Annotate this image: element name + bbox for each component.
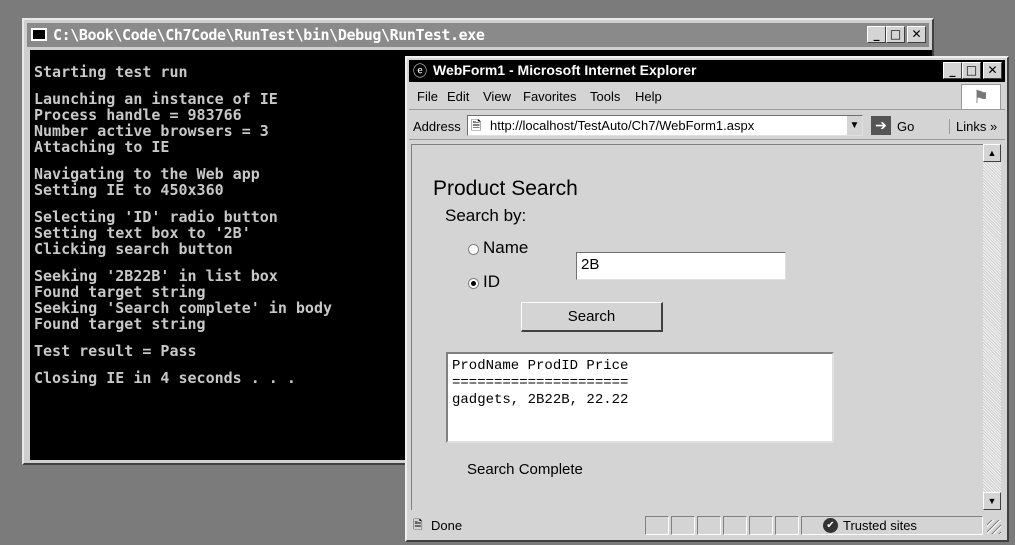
- console-line: Starting test run: [34, 63, 188, 81]
- search-status-message: Search Complete: [467, 461, 583, 478]
- console-title-bar[interactable]: C:\Book\Code\Ch7Code\RunTest\bin\Debug\R…: [27, 23, 929, 47]
- console-lines: Starting test run Launching an instance o…: [34, 64, 332, 386]
- console-line: Clicking search button: [34, 240, 233, 258]
- status-text: Done: [431, 518, 463, 533]
- console-line: Test result = Pass: [34, 342, 197, 360]
- go-button[interactable]: Go: [897, 119, 914, 134]
- status-pane: [749, 516, 773, 535]
- console-line: Found target string: [34, 283, 206, 301]
- menu-bar: File Edit View Favorites Tools Help: [409, 84, 1005, 110]
- address-text: http://localhost/TestAuto/Ch7/WebForm1.a…: [490, 118, 755, 133]
- console-line: Number active browsers = 3: [34, 122, 269, 140]
- console-line: Setting IE to 450x360: [34, 181, 224, 199]
- menu-tools[interactable]: Tools: [590, 89, 620, 104]
- ie-maximize-button[interactable]: □: [962, 62, 981, 79]
- console-title: C:\Book\Code\Ch7Code\RunTest\bin\Debug\R…: [53, 26, 485, 44]
- radio-id-label[interactable]: ID: [483, 272, 500, 292]
- radio-name-label[interactable]: Name: [483, 238, 528, 258]
- vertical-scrollbar[interactable]: ▲ ▼: [983, 144, 1001, 510]
- status-pane: [723, 516, 747, 535]
- page-title: Product Search: [433, 177, 578, 200]
- ie-title-bar[interactable]: ⓔ WebForm1 - Microsoft Internet Explorer…: [409, 60, 1005, 82]
- menu-help[interactable]: Help: [635, 89, 662, 104]
- status-pane: [697, 516, 721, 535]
- close-button[interactable]: ✕: [907, 26, 926, 43]
- status-pane: [645, 516, 669, 535]
- address-input[interactable]: 🗎 http://localhost/TestAuto/Ch7/WebForm1…: [467, 115, 863, 136]
- minimize-button[interactable]: _: [867, 26, 886, 43]
- ie-window: ⓔ WebForm1 - Microsoft Internet Explorer…: [405, 56, 1009, 542]
- console-line: Navigating to the Web app: [34, 165, 260, 183]
- radio-id[interactable]: [468, 278, 479, 289]
- page-content: Product Search Search by: Name ID 2B Sea…: [411, 144, 983, 510]
- check-circle-icon: ✔: [823, 518, 838, 533]
- ie-title: WebForm1 - Microsoft Internet Explorer: [433, 62, 697, 78]
- console-line: Closing IE in 4 seconds . . .: [34, 369, 296, 387]
- ie-minimize-button[interactable]: _: [943, 62, 962, 79]
- page-icon: 🗎: [413, 518, 423, 532]
- radio-selected-dot: [471, 281, 476, 286]
- ie-close-button[interactable]: ✕: [983, 62, 1002, 79]
- radio-name[interactable]: [468, 244, 479, 255]
- menu-view[interactable]: View: [483, 89, 511, 104]
- page-icon: 🗎: [471, 118, 482, 133]
- console-line: Setting text box to '2B': [34, 224, 251, 242]
- console-line: Seeking '2B22B' in list box: [34, 267, 278, 285]
- status-bar: 🗎 Done ✔ Trusted sites: [409, 513, 1005, 538]
- menu-edit[interactable]: Edit: [447, 89, 469, 104]
- menu-favorites[interactable]: Favorites: [523, 89, 576, 104]
- status-pane: [775, 516, 799, 535]
- resize-grip-icon[interactable]: [987, 520, 1001, 534]
- address-label: Address: [413, 119, 461, 134]
- search-by-label: Search by:: [445, 206, 527, 225]
- links-button[interactable]: Links »: [949, 119, 997, 134]
- address-bar: Address 🗎 http://localhost/TestAuto/Ch7/…: [409, 112, 1005, 140]
- console-line: Found target string: [34, 315, 206, 333]
- results-list-box[interactable]: ProdName ProdID Price ===================…: [446, 352, 834, 443]
- console-system-icon[interactable]: [31, 28, 47, 41]
- go-arrow-icon[interactable]: ➔: [871, 116, 891, 135]
- scroll-down-button[interactable]: ▼: [983, 492, 1001, 510]
- maximize-button[interactable]: □: [886, 26, 905, 43]
- console-line: Process handle = 983766: [34, 106, 242, 124]
- console-line: Launching an instance of IE: [34, 90, 278, 108]
- list-item[interactable]: ProdName ProdID Price: [452, 358, 828, 375]
- list-item[interactable]: gadgets, 2B22B, 22.22: [452, 392, 828, 409]
- menu-file[interactable]: File: [417, 89, 438, 104]
- search-input[interactable]: 2B: [576, 252, 786, 280]
- console-line: Selecting 'ID' radio button: [34, 208, 278, 226]
- list-item[interactable]: =====================: [452, 375, 828, 392]
- zone-text: Trusted sites: [843, 518, 917, 533]
- status-pane: [671, 516, 695, 535]
- scroll-up-button[interactable]: ▲: [983, 144, 1001, 162]
- windows-throbber-icon: ⚑: [961, 84, 1001, 110]
- search-button[interactable]: Search: [521, 302, 663, 332]
- chevron-down-icon[interactable]: ▼: [846, 116, 862, 135]
- console-line: Attaching to IE: [34, 138, 170, 156]
- console-line: Seeking 'Search complete' in body: [34, 299, 333, 317]
- ie-logo-icon[interactable]: ⓔ: [413, 63, 429, 79]
